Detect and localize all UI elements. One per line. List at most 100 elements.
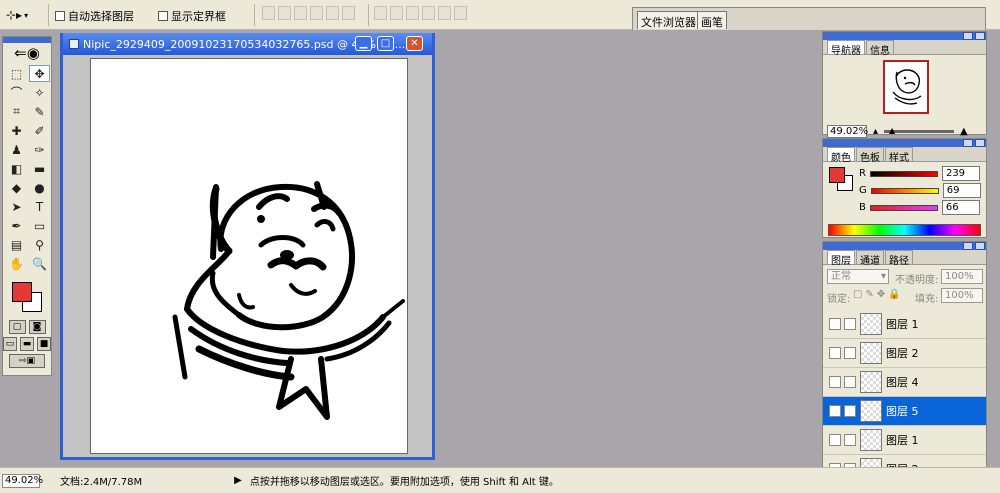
document-size[interactable]: 文档:2.4M/7.78M <box>60 473 142 488</box>
tool-preset-picker[interactable]: ⊹▸ ▾ <box>6 6 42 24</box>
layer-row[interactable]: 图层 2 <box>823 339 986 368</box>
fill-field[interactable]: 100% <box>941 288 983 303</box>
crop-tool-icon[interactable]: ⌗ <box>6 103 27 120</box>
layer-link-icon[interactable] <box>844 376 856 388</box>
clone-stamp-tool-icon[interactable]: ♟ <box>6 141 27 158</box>
align-vcenter-icon[interactable] <box>278 6 291 20</box>
minimize-button[interactable]: ▁ <box>355 36 372 51</box>
navigator-title-bar[interactable] <box>823 32 986 40</box>
visibility-eye-icon[interactable] <box>829 347 841 359</box>
image-canvas[interactable] <box>90 58 408 454</box>
navigator-preview[interactable] <box>883 60 929 114</box>
visibility-eye-icon[interactable] <box>829 318 841 330</box>
zoom-tool-icon[interactable]: 🔍 <box>29 255 50 272</box>
align-bottom-icon[interactable] <box>294 6 307 20</box>
visibility-eye-icon[interactable] <box>829 434 841 446</box>
tab-file-browser[interactable]: 文件浏览器 <box>637 11 700 29</box>
lock-icons[interactable]: ▢✎✥🔒 <box>853 289 904 300</box>
layer-link-icon[interactable] <box>844 434 856 446</box>
navigator-zoom-field[interactable]: 49.02% <box>827 125 868 138</box>
panel-minimize-icon[interactable] <box>963 139 973 147</box>
brush-tool-icon[interactable]: ✐ <box>29 122 50 139</box>
show-bounding-box-checkbox[interactable]: 显示定界框 <box>158 8 226 24</box>
lasso-tool-icon[interactable]: ⌒ <box>6 84 27 101</box>
zoom-in-icon[interactable]: ▲ <box>960 126 968 137</box>
marquee-tool-icon[interactable]: ⬚ <box>6 65 27 82</box>
tab-layers[interactable]: 图层 <box>827 250 855 267</box>
layer-link-icon[interactable] <box>844 405 856 417</box>
pen-tool-icon[interactable]: ✒ <box>6 217 27 234</box>
healing-brush-tool-icon[interactable]: ✚ <box>6 122 27 139</box>
blue-slider[interactable] <box>869 204 938 211</box>
layer-row[interactable]: 图层 5 <box>823 397 986 426</box>
layer-link-icon[interactable] <box>844 318 856 330</box>
eyedropper-tool-icon[interactable]: ⚲ <box>29 236 50 253</box>
align-right-icon[interactable] <box>342 6 355 20</box>
panel-minimize-icon[interactable] <box>963 32 973 40</box>
notes-tool-icon[interactable]: ▤ <box>6 236 27 253</box>
slice-tool-icon[interactable]: ✎ <box>29 103 50 120</box>
panel-close-icon[interactable] <box>975 32 985 40</box>
slider-thumb-icon[interactable]: ▲ <box>889 126 895 135</box>
photoshop-logo-icon[interactable]: ⇐◉ <box>3 43 51 63</box>
tab-swatches[interactable]: 色板 <box>856 147 884 164</box>
tab-brushes[interactable]: 画笔 <box>697 11 727 29</box>
align-top-icon[interactable] <box>262 6 275 20</box>
red-value-field[interactable]: 239 <box>941 166 980 181</box>
tab-navigator[interactable]: 导航器 <box>827 40 865 57</box>
layer-row[interactable]: 图层 1 <box>823 310 986 339</box>
layer-row[interactable]: 图层 4 <box>823 368 986 397</box>
screen-mode-menu-icon[interactable]: ▬ <box>20 337 34 351</box>
panel-close-icon[interactable] <box>975 139 985 147</box>
hand-tool-icon[interactable]: ✋ <box>6 255 27 272</box>
foreground-color-swatch[interactable] <box>12 282 32 302</box>
color-fg-swatch-front[interactable] <box>829 167 845 183</box>
close-button[interactable]: ✕ <box>406 36 423 51</box>
eraser-tool-icon[interactable]: ◧ <box>6 160 27 177</box>
align-hcenter-icon[interactable] <box>326 6 339 20</box>
distribute-left-icon[interactable] <box>422 6 435 20</box>
green-slider[interactable] <box>870 187 939 194</box>
dodge-tool-icon[interactable]: ● <box>29 179 50 196</box>
history-brush-tool-icon[interactable]: ✑ <box>29 141 50 158</box>
screen-mode-full-icon[interactable]: ■ <box>37 337 51 351</box>
status-arrow-icon[interactable]: ▶ <box>234 475 242 486</box>
color-title-bar[interactable] <box>823 139 986 147</box>
opacity-field[interactable]: 100% <box>941 269 983 284</box>
layer-row[interactable]: 图层 1 <box>823 426 986 455</box>
zoom-out-icon[interactable]: ▴ <box>873 126 878 137</box>
distribute-top-icon[interactable] <box>374 6 387 20</box>
standard-mode-icon[interactable]: ▢ <box>8 320 26 334</box>
tab-channels[interactable]: 通道 <box>856 250 884 267</box>
blue-value-field[interactable]: 66 <box>941 200 980 215</box>
tab-color[interactable]: 颜色 <box>827 147 855 164</box>
distribute-right-icon[interactable] <box>454 6 467 20</box>
tab-info[interactable]: 信息 <box>866 40 894 57</box>
layers-title-bar[interactable] <box>823 242 986 250</box>
magic-wand-tool-icon[interactable]: ✧ <box>29 84 50 101</box>
screen-mode-standard-icon[interactable]: ▭ <box>3 337 17 351</box>
blend-mode-select[interactable]: 正常 ▾ <box>827 269 889 284</box>
distribute-hcenter-icon[interactable] <box>438 6 451 20</box>
align-left-icon[interactable] <box>310 6 323 20</box>
maximize-button[interactable]: □ <box>377 36 394 51</box>
tab-paths[interactable]: 路径 <box>885 250 913 267</box>
panel-close-icon[interactable] <box>975 242 985 250</box>
green-value-field[interactable]: 69 <box>942 183 981 198</box>
blur-tool-icon[interactable]: ◆ <box>6 179 27 196</box>
color-spectrum-bar[interactable] <box>828 224 981 236</box>
layer-link-icon[interactable] <box>844 347 856 359</box>
red-slider[interactable] <box>869 170 938 177</box>
distribute-bottom-icon[interactable] <box>406 6 419 20</box>
distribute-vcenter-icon[interactable] <box>390 6 403 20</box>
move-tool-icon[interactable]: ✥ <box>29 65 50 82</box>
shape-tool-icon[interactable]: ▭ <box>29 217 50 234</box>
tab-styles[interactable]: 样式 <box>885 147 913 164</box>
type-tool-icon[interactable]: T <box>29 198 50 215</box>
quick-mask-icon[interactable]: ◙ <box>28 320 46 334</box>
status-zoom-field[interactable]: 49.02% <box>2 473 43 488</box>
visibility-eye-icon[interactable] <box>829 405 841 417</box>
path-selection-tool-icon[interactable]: ➤ <box>6 198 27 215</box>
auto-select-layer-checkbox[interactable]: 自动选择图层 <box>55 8 134 24</box>
canvas-area[interactable] <box>63 55 432 457</box>
